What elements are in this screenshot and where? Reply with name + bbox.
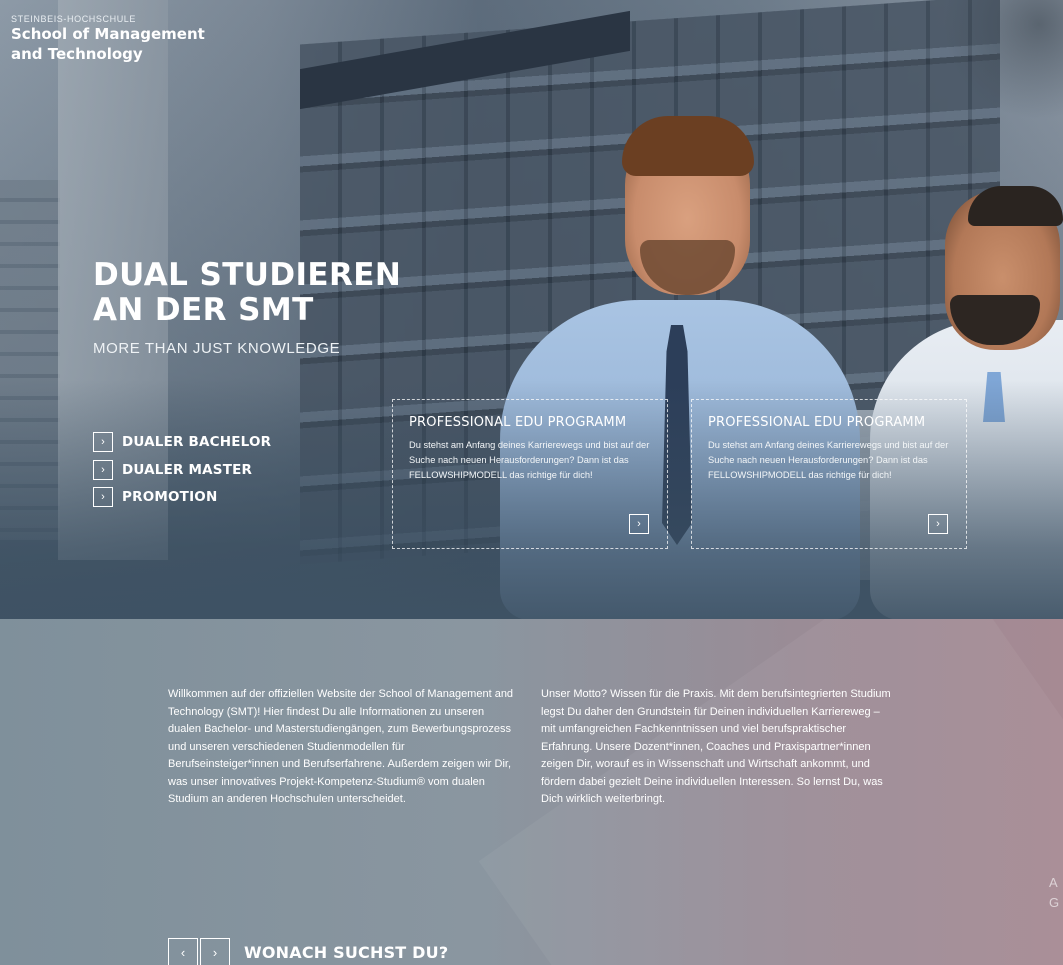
program-card-2[interactable]: PROFESSIONAL EDU PROGRAMM Du stehst am A… [691, 399, 967, 549]
intro-section [0, 619, 1063, 965]
hero-headline: DUAL STUDIEREN AN DER SMT MORE THAN JUST… [93, 257, 402, 358]
hero-nav-label: PROMOTION [122, 489, 218, 505]
logo-tagline: STEINBEIS-HOCHSCHULE [11, 14, 137, 24]
background-tree [943, 0, 1063, 120]
chevron-left-icon[interactable]: ‹ [168, 938, 198, 965]
hero-nav-label: DUALER BACHELOR [122, 434, 272, 450]
program-card-1[interactable]: PROFESSIONAL EDU PROGRAMM Du stehst am A… [392, 399, 668, 549]
program-card-text: Du stehst am Anfang deines Karrierewegs … [708, 440, 949, 480]
hero-nav-promotion[interactable]: › PROMOTION [93, 487, 271, 507]
hero-title-line-1: DUAL STUDIEREN [93, 257, 402, 293]
hero-nav: › DUALER BACHELOR › DUALER MASTER › PROM… [93, 432, 271, 515]
hero-nav-dualer-bachelor[interactable]: › DUALER BACHELOR [93, 432, 271, 452]
person-right-hair [968, 186, 1063, 226]
chevron-right-icon[interactable]: › [928, 514, 948, 534]
hero-title-line-2: AN DER SMT [93, 292, 314, 328]
chevron-right-icon: › [93, 459, 113, 480]
logo-line-1: School of Management [11, 25, 205, 43]
person-left-hair [622, 116, 754, 176]
hero-subtitle: MORE THAN JUST KNOWLEDGE [93, 340, 341, 357]
intro-text-left: Willkommen auf der offiziellen Website d… [168, 688, 514, 805]
clipped-edge-line-1: A [1049, 875, 1058, 890]
section-title: WONACH SUCHST DU? [244, 942, 449, 962]
program-card-title: PROFESSIONAL EDU PROGRAMM [708, 415, 926, 430]
chevron-right-icon[interactable]: › [629, 514, 649, 534]
logo-line-2: and Technology [11, 45, 143, 63]
chevron-right-icon: › [93, 487, 113, 507]
intro-text-right: Unser Motto? Wissen für die Praxis. Mit … [541, 688, 891, 805]
chevron-right-icon: › [93, 432, 113, 452]
hero-nav-label: DUALER MASTER [122, 461, 253, 478]
program-card-title: PROFESSIONAL EDU PROGRAMM [409, 415, 627, 430]
clipped-edge-text: A G [1049, 873, 1059, 913]
search-slider-header: ‹ › WONACH SUCHST DU? [168, 938, 448, 965]
clipped-edge-line-2: G [1049, 895, 1060, 910]
site-logo[interactable]: STEINBEIS-HOCHSCHULE School of Managemen… [11, 14, 205, 64]
hero-nav-dualer-master[interactable]: › DUALER MASTER [93, 459, 271, 480]
program-card-text: Du stehst am Anfang deines Karrierewegs … [409, 440, 650, 480]
chevron-right-icon[interactable]: › [200, 938, 230, 965]
